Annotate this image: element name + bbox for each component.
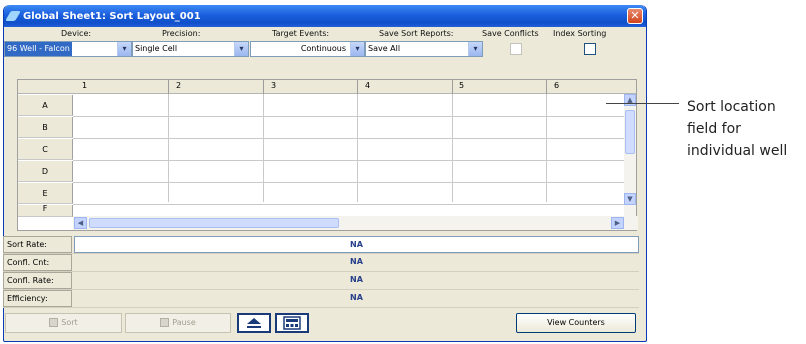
- grid-line: [168, 94, 169, 202]
- stat-label: Confl. Cnt:: [3, 254, 72, 271]
- save-sort-reports-label: Save Sort Reports:: [379, 29, 454, 38]
- precision-value: Single Cell: [135, 44, 178, 53]
- counter-button[interactable]: [275, 313, 309, 333]
- horizontal-scroll-thumb[interactable]: [89, 218, 339, 228]
- scroll-down-icon[interactable]: ▼: [624, 193, 636, 205]
- app-icon: [5, 11, 21, 21]
- column-header: 3: [271, 81, 277, 90]
- stat-value: NA: [350, 257, 363, 266]
- bottom-toolbar: Sort Pause View Counters: [3, 313, 639, 335]
- save-conflicts-label: Save Conflicts: [482, 29, 539, 38]
- precision-label: Precision:: [162, 29, 201, 38]
- settings-controls: 96 Well - Falcon ▾ Single Cell ▾ Continu…: [4, 41, 646, 59]
- column-header: 1: [82, 81, 88, 90]
- grid-line: [73, 160, 625, 161]
- horizontal-scrollbar[interactable]: ◀ ▶: [73, 216, 638, 230]
- stat-row-confl-rate: Confl. Rate: NA: [3, 272, 639, 290]
- counter-icon: [283, 316, 301, 330]
- chevron-down-icon: ▾: [468, 42, 482, 56]
- row-header: F: [18, 205, 73, 217]
- chevron-down-icon: ▾: [117, 42, 131, 56]
- target-events-value: Continuous: [300, 44, 346, 53]
- pause-button-label: Pause: [172, 318, 196, 327]
- device-select[interactable]: 96 Well - Falcon ▾: [4, 41, 132, 57]
- scroll-right-icon[interactable]: ▶: [611, 217, 624, 229]
- title-bar[interactable]: Global Sheet1: Sort Layout_001 ✕: [4, 5, 646, 27]
- grid-line: [73, 116, 625, 117]
- row-header: E: [18, 183, 73, 204]
- grid-line: [73, 204, 625, 205]
- sort-statistics: Sort Rate: NA Confl. Cnt: NA Confl. Rate…: [3, 236, 639, 308]
- grid-line: [263, 94, 264, 202]
- target-events-select[interactable]: Continuous ▾: [250, 41, 365, 57]
- pause-button[interactable]: Pause: [125, 313, 231, 333]
- device-value: 96 Well - Falcon: [5, 42, 72, 56]
- chevron-down-icon: ▾: [234, 42, 248, 56]
- close-button[interactable]: ✕: [627, 8, 643, 24]
- sort-button[interactable]: Sort: [5, 313, 122, 333]
- save-sort-reports-value: Save All: [368, 44, 401, 53]
- precision-select[interactable]: Single Cell ▾: [132, 41, 249, 57]
- stat-value: NA: [74, 236, 639, 253]
- index-sorting-checkbox[interactable]: [584, 43, 596, 55]
- stat-value: NA: [350, 275, 363, 284]
- stat-row-sort-rate: Sort Rate: NA: [3, 236, 639, 254]
- grid-line: [73, 138, 625, 139]
- column-header: 5: [459, 81, 465, 90]
- target-events-label: Target Events:: [272, 29, 330, 38]
- column-divider: [263, 80, 264, 94]
- save-conflicts-checkbox[interactable]: [510, 43, 522, 55]
- sort-location-grid: 1 2 3 4 5 6 A B C D E F ▲ ▼ ◀ ▶: [17, 79, 638, 231]
- eject-button[interactable]: [237, 313, 271, 333]
- chevron-down-icon: ▾: [350, 42, 364, 56]
- eject-icon: [247, 318, 261, 328]
- column-header: 6: [554, 81, 560, 90]
- stat-label: Confl. Rate:: [3, 272, 72, 289]
- grid-line: [357, 94, 358, 202]
- column-divider: [168, 80, 169, 94]
- column-divider: [452, 80, 453, 94]
- grid-line: [73, 182, 625, 183]
- vertical-scroll-thumb[interactable]: [625, 110, 635, 154]
- scroll-up-icon[interactable]: ▲: [624, 94, 636, 106]
- column-header: 2: [176, 81, 182, 90]
- row-header: B: [18, 117, 73, 138]
- row-header: A: [18, 95, 73, 116]
- grid-line: [546, 94, 547, 202]
- stat-value: NA: [350, 293, 363, 302]
- row-header: C: [18, 139, 73, 160]
- pause-icon: [160, 318, 170, 327]
- sort-button-label: Sort: [61, 318, 78, 327]
- save-sort-reports-select[interactable]: Save All ▾: [365, 41, 483, 57]
- column-divider: [546, 80, 547, 94]
- stat-label: Efficiency:: [3, 290, 72, 307]
- device-label: Device:: [61, 29, 92, 38]
- callout-annotation: Sort location field for individual well: [687, 99, 788, 159]
- stat-label: Sort Rate:: [3, 236, 72, 253]
- settings-labels: Device: Precision: Target Events: Save S…: [4, 28, 646, 41]
- column-header: 4: [365, 81, 371, 90]
- index-sorting-label: Index Sorting: [553, 29, 607, 38]
- vertical-scrollbar[interactable]: ▲ ▼: [624, 94, 636, 217]
- stat-row-efficiency: Efficiency: NA: [3, 290, 639, 308]
- window-title: Global Sheet1: Sort Layout_001: [23, 10, 201, 22]
- callout-leader-line: [606, 103, 679, 104]
- view-counters-button[interactable]: View Counters: [516, 313, 636, 333]
- column-divider: [357, 80, 358, 94]
- sort-icon: [49, 318, 59, 327]
- stat-row-confl-cnt: Confl. Cnt: NA: [3, 254, 639, 272]
- column-header-bar: 1 2 3 4 5 6: [18, 80, 636, 94]
- scroll-left-icon[interactable]: ◀: [74, 217, 87, 229]
- row-header: D: [18, 161, 73, 182]
- grid-line: [452, 94, 453, 202]
